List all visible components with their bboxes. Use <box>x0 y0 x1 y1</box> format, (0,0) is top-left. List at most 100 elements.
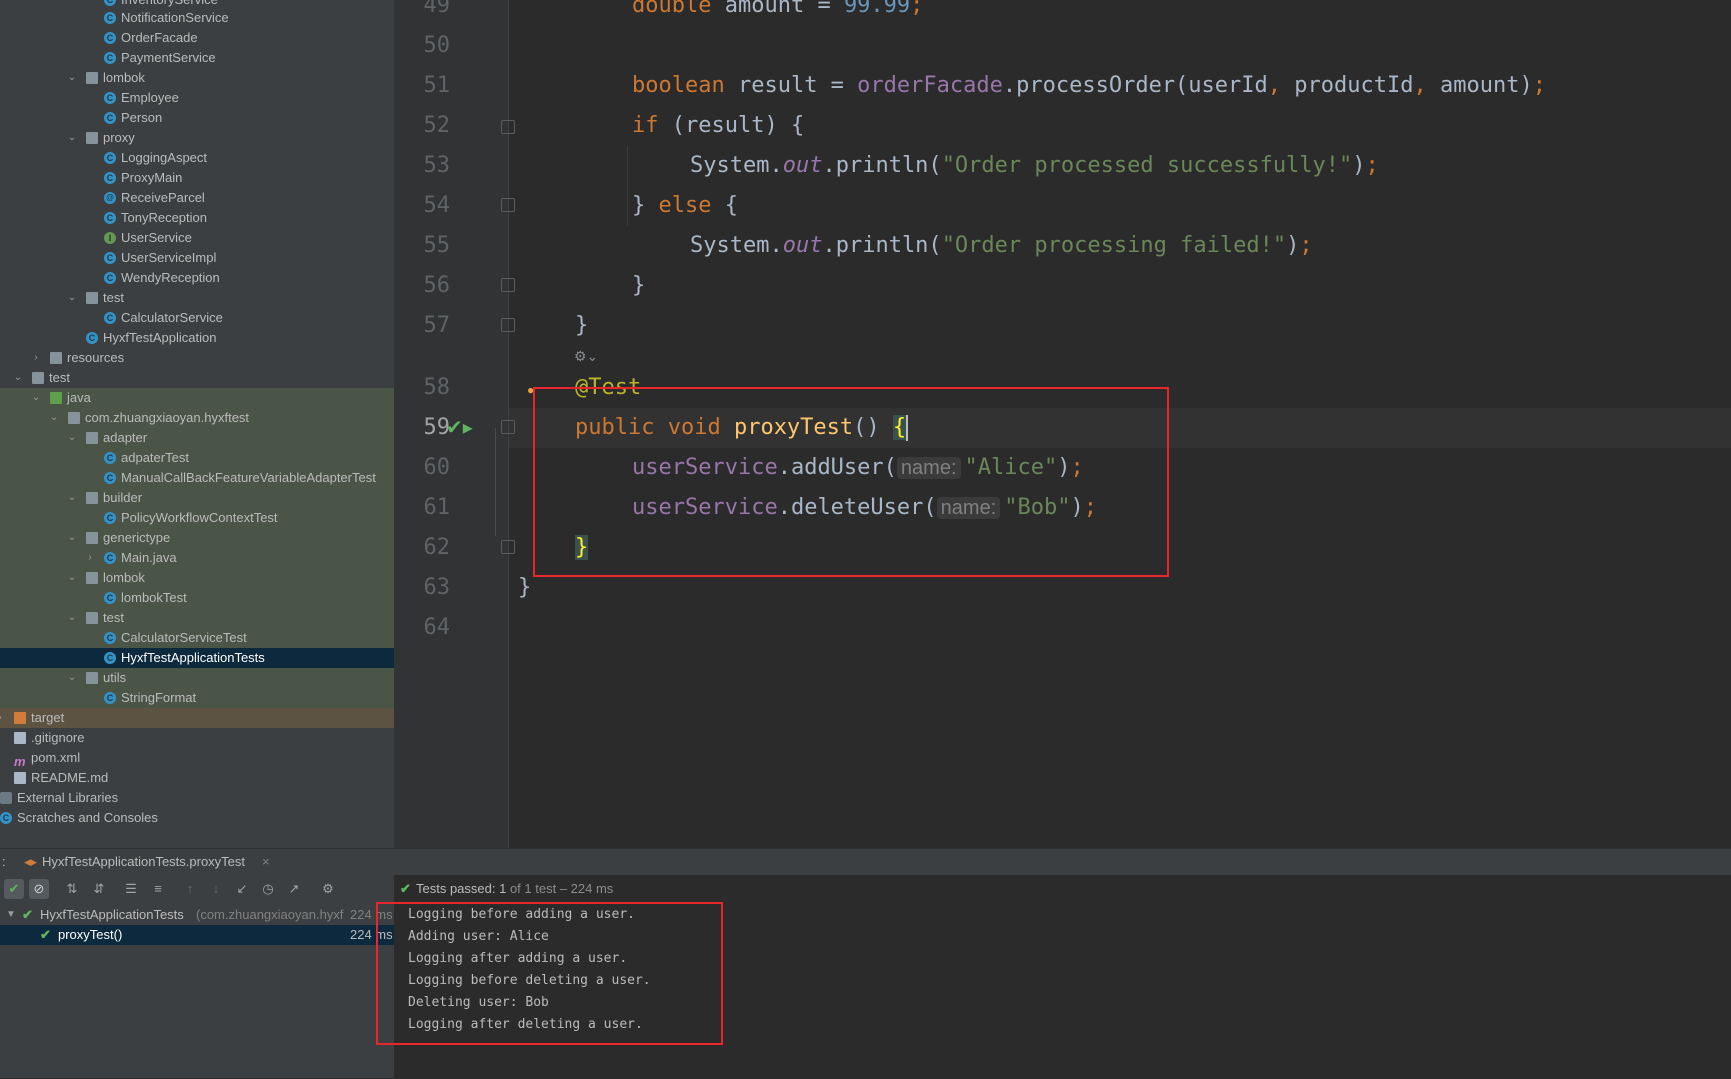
chevron-right-icon[interactable]: › <box>84 548 96 568</box>
tree-item[interactable]: UserService <box>0 228 394 248</box>
code-line-51[interactable]: boolean result = orderFacade.processOrde… <box>632 66 1546 106</box>
code-line-55[interactable]: System.out.println("Order processing fai… <box>690 226 1313 266</box>
tree-item[interactable]: ⌄ generictype <box>0 528 394 548</box>
fold-marker[interactable] <box>501 120 515 134</box>
tree-item[interactable]: .gitignore <box>0 728 394 748</box>
chevron-down-icon[interactable]: ⌄ <box>66 668 78 688</box>
tree-item[interactable]: CalculatorService <box>0 308 394 328</box>
ai-assist-icon[interactable]: ⚙⌄ <box>574 346 608 366</box>
chevron-right-icon[interactable]: › <box>30 348 42 368</box>
tree-item[interactable]: WendyReception <box>0 268 394 288</box>
chevron-down-icon[interactable]: ⌄ <box>30 388 42 408</box>
tree-item[interactable]: PaymentService <box>0 48 394 68</box>
settings-gear-icon[interactable]: ⚙ <box>318 879 338 899</box>
expand-all-icon[interactable]: ☰ <box>121 879 141 899</box>
tree-item[interactable]: UserServiceImpl <box>0 248 394 268</box>
tree-item[interactable]: OrderFacade <box>0 28 394 48</box>
tree-item[interactable]: NotificationService <box>0 8 394 28</box>
tree-item[interactable]: ⌄ test <box>0 288 394 308</box>
fold-marker[interactable] <box>501 318 515 332</box>
tree-item[interactable]: ⌄ proxy <box>0 128 394 148</box>
chevron-down-icon[interactable]: ⌄ <box>66 608 78 628</box>
previous-failed-icon[interactable]: ↑ <box>180 879 200 899</box>
tree-item[interactable]: ⌄ java <box>0 388 394 408</box>
tree-item[interactable]: ⌄ com.zhuangxiaoyan.hyxftest <box>0 408 394 428</box>
tree-item[interactable]: HyxfTestApplicationTests <box>0 648 394 668</box>
code-line-52[interactable]: if (result) { <box>632 106 804 146</box>
tree-item[interactable]: LoggingAspect <box>0 148 394 168</box>
folder-icon <box>50 392 62 404</box>
test-case-row[interactable]: ✔ proxyTest() 224 ms <box>0 925 394 945</box>
tree-item[interactable]: ManualCallBackFeatureVariableAdapterTest <box>0 468 394 488</box>
tree-item[interactable]: HyxfTestApplication <box>0 328 394 348</box>
tree-item[interactable]: ›External Libraries <box>0 788 394 808</box>
chevron-down-icon[interactable]: ⌄ <box>66 428 78 448</box>
code-line-54[interactable]: } else { <box>632 186 738 226</box>
tree-item[interactable]: ⌄ builder <box>0 488 394 508</box>
chevron-down-icon[interactable]: ⌄ <box>66 128 78 148</box>
show-passed-icon[interactable]: ✔ <box>4 879 24 899</box>
chevron-down-icon[interactable]: ⌄ <box>66 528 78 548</box>
sort-by-duration-icon[interactable]: ⇵ <box>89 879 109 899</box>
test-toolbar: ✔ ⊘ ⇅ ⇵ ☰ ≡ ↑ ↓ ↙ ◷ ↗ ⚙ <box>0 875 394 903</box>
tree-item-label: lombok <box>103 70 145 85</box>
tree-item[interactable]: ⌄ lombok <box>0 68 394 88</box>
chevron-down-icon[interactable]: ⌄ <box>66 488 78 508</box>
chevron-down-icon[interactable]: ⌄ <box>66 568 78 588</box>
chevron-down-icon[interactable]: ⌄ <box>66 288 78 308</box>
tree-item[interactable]: ⌄ utils <box>0 668 394 688</box>
fold-marker[interactable] <box>501 540 515 554</box>
history-icon[interactable]: ◷ <box>258 879 278 899</box>
code-line-57[interactable]: } <box>575 306 588 346</box>
tree-item[interactable]: adpaterTest <box>0 448 394 468</box>
tree-item[interactable]: README.md <box>0 768 394 788</box>
tree-item[interactable]: Employee <box>0 88 394 108</box>
tree-item[interactable]: lombokTest <box>0 588 394 608</box>
fold-marker[interactable] <box>501 278 515 292</box>
sort-alphabetically-icon[interactable]: ⇅ <box>62 879 82 899</box>
tree-item[interactable]: CalculatorServiceTest <box>0 628 394 648</box>
import-tests-icon[interactable]: ↙ <box>232 879 252 899</box>
chevron-right-icon[interactable]: › <box>0 708 6 728</box>
chevron-down-icon[interactable]: ⌄ <box>66 68 78 88</box>
code-line-49[interactable]: double amount = 99.99; <box>632 0 923 26</box>
chevron-down-icon[interactable]: ⌄ <box>48 408 60 428</box>
test-suite-row[interactable]: ▼ ✔ HyxfTestApplicationTests (com.zhuang… <box>0 905 394 925</box>
run-tab-bar: : ◂▸ HyxfTestApplicationTests.proxyTest … <box>0 849 1731 875</box>
maven-icon: m <box>14 754 26 769</box>
show-ignored-icon[interactable]: ⊘ <box>29 879 49 899</box>
run-tab[interactable]: HyxfTestApplicationTests.proxyTest <box>42 849 245 875</box>
tree-item-label: builder <box>103 490 143 505</box>
tree-item[interactable]: › target <box>0 708 394 728</box>
fold-marker[interactable] <box>501 198 515 212</box>
next-failed-icon[interactable]: ↓ <box>206 879 226 899</box>
tree-item[interactable]: TonyReception <box>0 208 394 228</box>
tree-item[interactable]: ProxyMain <box>0 168 394 188</box>
run-test-icon[interactable]: ✔▸ <box>446 414 474 442</box>
export-icon[interactable]: ↗ <box>284 879 304 899</box>
chevron-down-icon[interactable]: ▼ <box>6 905 16 925</box>
tree-item[interactable]: ⌄ test <box>0 608 394 628</box>
class-icon <box>104 312 116 324</box>
class-icon <box>104 512 116 524</box>
tree-item[interactable]: StringFormat <box>0 688 394 708</box>
tree-item[interactable]: ⌄ adapter <box>0 428 394 448</box>
tree-item[interactable]: ⌄ test <box>0 368 394 388</box>
tree-item[interactable]: PolicyWorkflowContextTest <box>0 508 394 528</box>
tree-item[interactable]: ⌄ lombok <box>0 568 394 588</box>
tree-item-label: target <box>31 710 65 725</box>
code-line-63[interactable]: } <box>518 568 531 608</box>
fold-marker[interactable] <box>501 420 515 434</box>
tree-item[interactable]: › Main.java <box>0 548 394 568</box>
chevron-down-icon[interactable]: ⌄ <box>12 368 24 388</box>
test-status-text: Tests passed: 1 of 1 test – 224 ms <box>416 881 614 896</box>
tree-item[interactable]: ReceiveParcel <box>0 188 394 208</box>
code-line-56[interactable]: } <box>632 266 645 306</box>
tree-item[interactable]: Person <box>0 108 394 128</box>
code-line-53[interactable]: System.out.println("Order processed succ… <box>690 146 1379 186</box>
tree-item[interactable]: m pom.xml <box>0 748 394 769</box>
close-tab-icon[interactable]: × <box>262 849 270 875</box>
collapse-all-icon[interactable]: ≡ <box>148 879 168 899</box>
tree-item[interactable]: › resources <box>0 348 394 368</box>
tree-item[interactable]: Scratches and Consoles <box>0 808 394 828</box>
